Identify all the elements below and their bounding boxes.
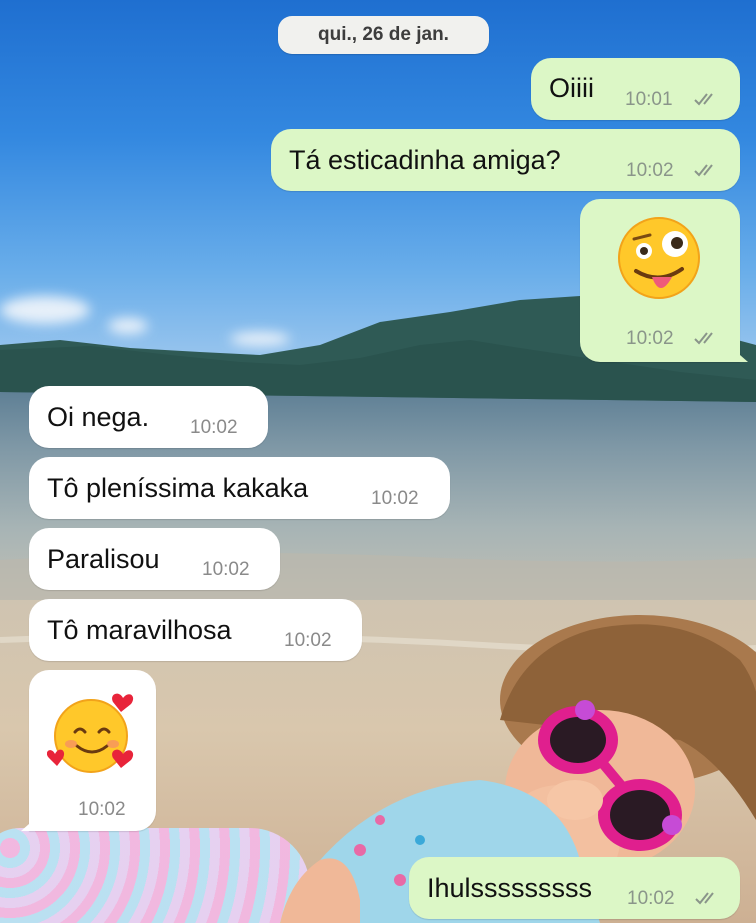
message-time: 10:02 xyxy=(627,888,675,909)
double-check-icon xyxy=(694,93,713,106)
bubble-tail xyxy=(732,348,748,362)
bubble-tail xyxy=(21,817,37,831)
message-time: 10:02 xyxy=(284,630,332,651)
smiling-face-with-hearts-icon xyxy=(47,693,134,773)
message-time: 10:02 xyxy=(78,799,126,820)
message-time: 10:01 xyxy=(625,89,673,110)
double-check-icon xyxy=(695,892,714,905)
date-label: qui., 26 de jan. xyxy=(318,24,449,45)
incoming-message[interactable]: Paralisou 10:02 xyxy=(29,528,280,590)
message-text: Oiiii xyxy=(549,73,594,103)
message-text: Paralisou xyxy=(47,544,160,574)
incoming-emoji-message[interactable]: 10:02 xyxy=(21,670,156,831)
zany-face-icon xyxy=(618,217,700,299)
message-time: 10:02 xyxy=(626,328,674,349)
incoming-message[interactable]: Oi nega. 10:02 xyxy=(29,386,268,448)
message-time: 10:02 xyxy=(190,417,238,438)
message-time: 10:02 xyxy=(371,488,419,509)
incoming-message[interactable]: Tô maravilhosa 10:02 xyxy=(29,599,362,661)
message-time: 10:02 xyxy=(626,160,674,181)
message-time: 10:02 xyxy=(202,559,250,580)
double-check-icon xyxy=(694,164,713,177)
outgoing-message[interactable]: Tá esticadinha amiga? 10:02 xyxy=(271,129,740,191)
message-text: Tá esticadinha amiga? xyxy=(289,145,561,175)
message-text: Oi nega. xyxy=(47,402,150,432)
double-check-icon xyxy=(694,332,713,345)
outgoing-emoji-message[interactable]: 10:02 xyxy=(580,199,748,362)
incoming-message[interactable]: Tô pleníssima kakaka 10:02 xyxy=(29,457,450,519)
message-text: Ihulsssssssss xyxy=(427,873,593,903)
message-text: Tô maravilhosa xyxy=(47,615,232,645)
date-separator: qui., 26 de jan. xyxy=(278,16,489,54)
outgoing-message[interactable]: Oiiii 10:01 xyxy=(531,58,740,120)
outgoing-message[interactable]: Ihulsssssssss 10:02 xyxy=(409,857,740,919)
message-text: Tô pleníssima kakaka xyxy=(47,473,309,503)
